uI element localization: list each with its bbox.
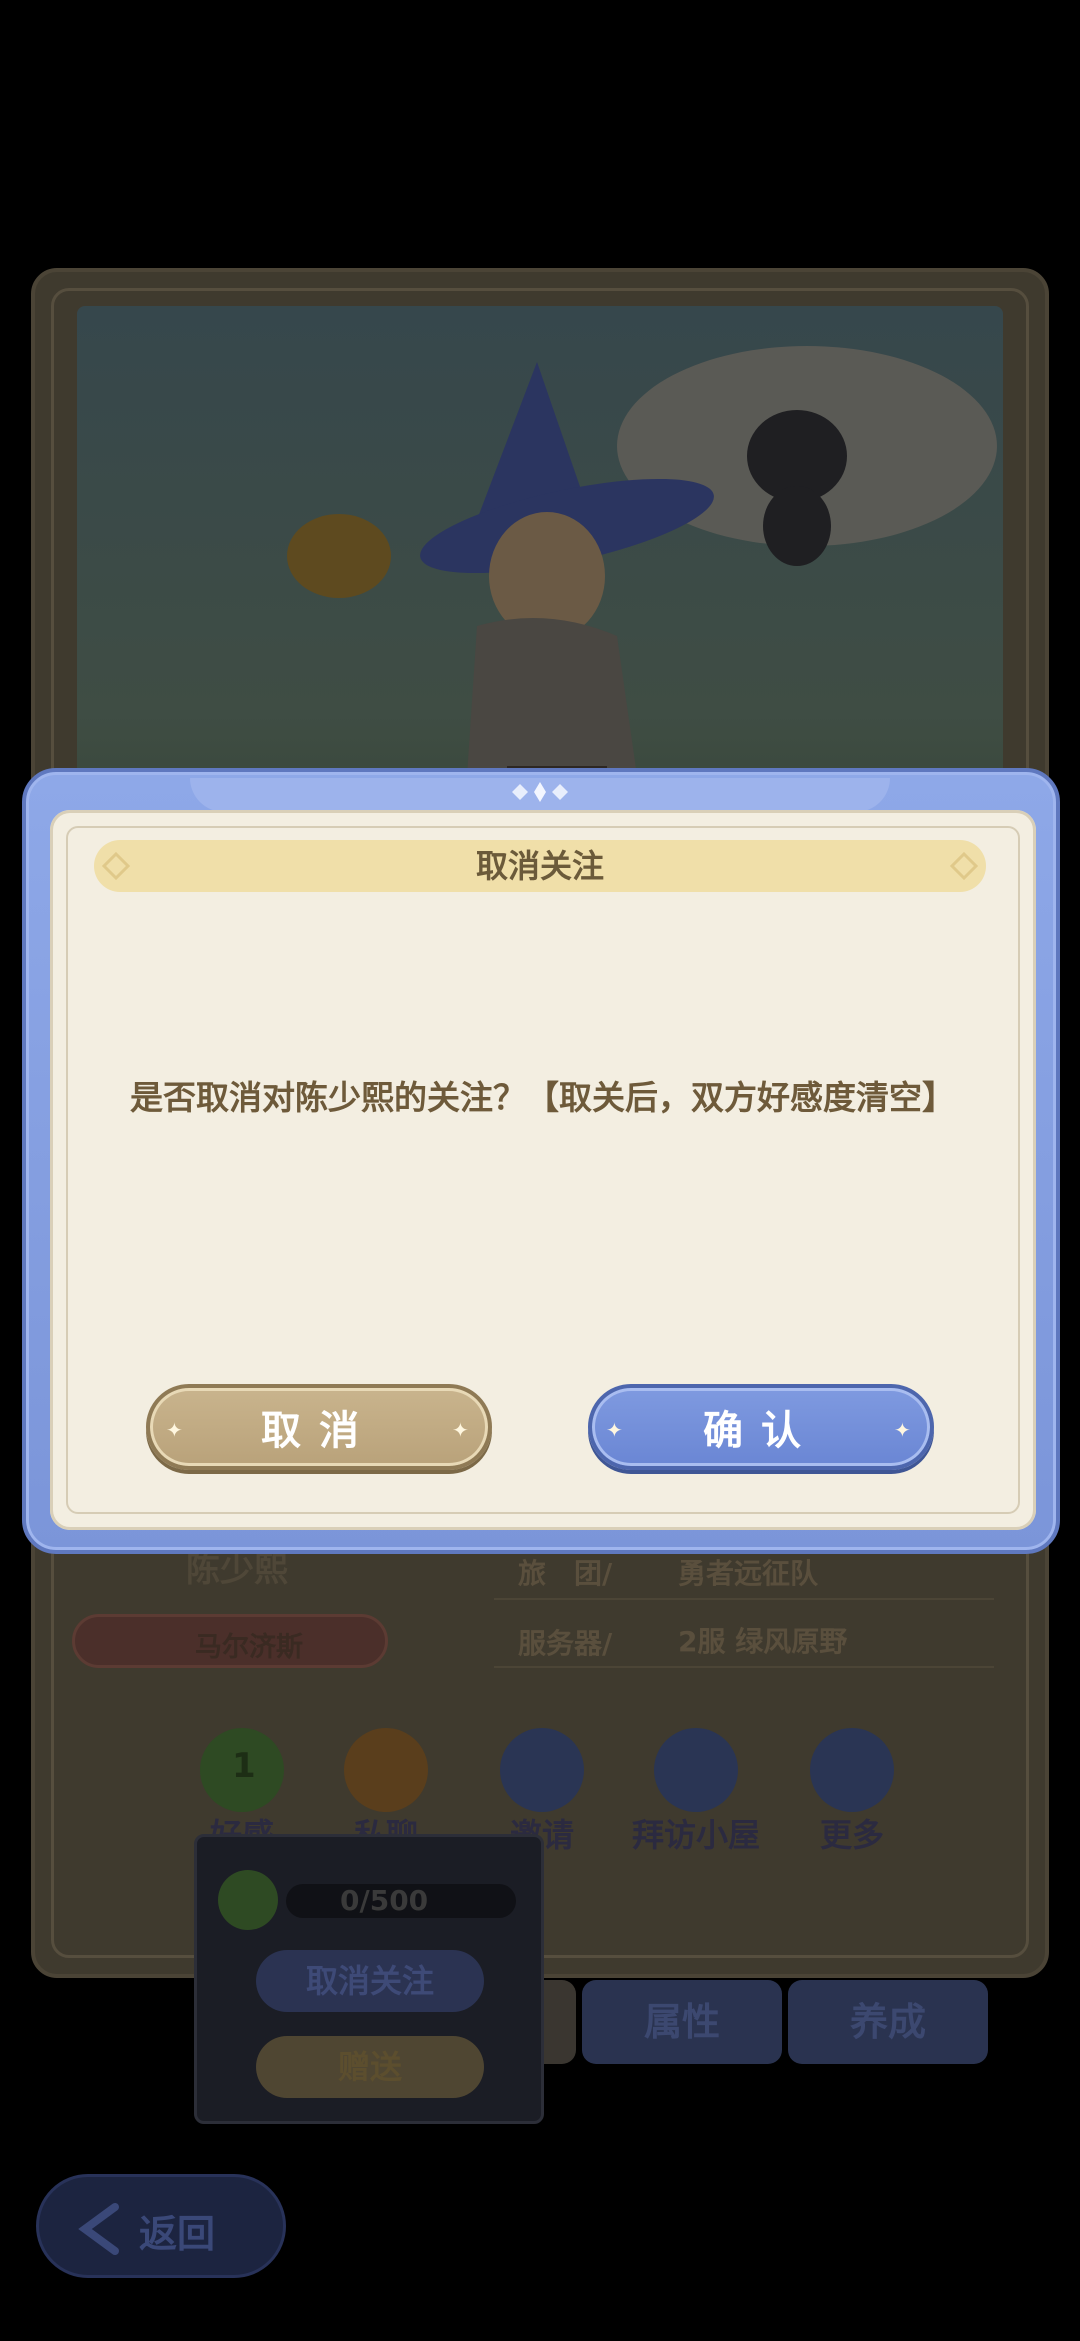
sparkle-icon: ✦ bbox=[894, 1418, 911, 1442]
heart-icon bbox=[218, 1870, 278, 1930]
cancel-button[interactable]: 取消 bbox=[146, 1384, 492, 1470]
more-icon[interactable] bbox=[810, 1728, 894, 1812]
affection-progress-text: 0/500 bbox=[340, 1884, 429, 1917]
dialog-top-ornament bbox=[512, 782, 568, 802]
row-divider bbox=[494, 1598, 994, 1600]
guild-label: 旅 团/ bbox=[518, 1557, 613, 1590]
sparkle-icon: ✦ bbox=[452, 1418, 469, 1442]
back-arrow-icon bbox=[78, 2203, 119, 2255]
confirm-button[interactable]: 确认 bbox=[588, 1384, 934, 1470]
guild-value: 勇者远征队 bbox=[678, 1557, 819, 1590]
sparkle-icon: ✦ bbox=[606, 1418, 623, 1442]
house-icon[interactable] bbox=[654, 1728, 738, 1812]
sparkle-icon: ✦ bbox=[166, 1418, 183, 1442]
action-label: 拜访小屋 bbox=[631, 1816, 760, 1854]
tab-cultivate[interactable]: 养成 bbox=[788, 1980, 988, 2064]
row-divider bbox=[494, 1666, 994, 1668]
pet-tag-label: 马尔济斯 bbox=[195, 1632, 303, 1663]
tab-attributes[interactable]: 属性 bbox=[582, 1980, 782, 2064]
gift-button[interactable]: 赠送 bbox=[256, 2036, 484, 2098]
chat-icon[interactable] bbox=[344, 1728, 428, 1812]
server-value: 2服 绿风原野 bbox=[678, 1625, 848, 1658]
pet-tag: 马尔济斯 bbox=[72, 1614, 388, 1668]
affection-level: 1 bbox=[232, 1746, 256, 1786]
back-button[interactable]: 返回 bbox=[36, 2174, 286, 2278]
unfollow-button[interactable]: 取消关注 bbox=[256, 1950, 484, 2012]
dialog-title: 取消关注 bbox=[475, 847, 604, 885]
dialog-message: 是否取消对陈少熙的关注？【取关后，双方好感度清空】 bbox=[130, 1078, 955, 1117]
action-label: 更多 bbox=[819, 1816, 884, 1854]
server-label: 服务器/ bbox=[518, 1627, 613, 1660]
back-label: 返回 bbox=[139, 2212, 216, 2256]
invite-icon[interactable] bbox=[500, 1728, 584, 1812]
